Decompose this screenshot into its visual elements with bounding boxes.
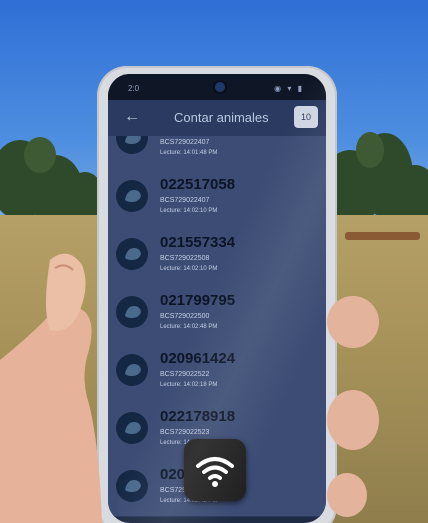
app-bar: ← Contar animales 10 bbox=[108, 100, 326, 136]
status-icons: ◉ ▾ ▮ bbox=[274, 84, 304, 93]
animal-code: BCS729022508 bbox=[160, 255, 210, 262]
animal-tag: 022178918 bbox=[160, 408, 236, 425]
list-item[interactable]: 020961424 BCS729022522 Lecture: 14:02:18… bbox=[108, 342, 326, 401]
animal-code: BCS729022500 bbox=[160, 313, 210, 320]
scan-button[interactable] bbox=[184, 439, 246, 501]
animal-tag: 022517058 bbox=[160, 176, 236, 193]
page-title: Contar animales bbox=[174, 110, 269, 125]
list-item[interactable]: 022517058 BCS729022407 Lecture: 14:02:10… bbox=[108, 168, 326, 227]
animal-avatar-icon bbox=[116, 180, 148, 212]
list-item[interactable]: 021799795 BCS729022500 Lecture: 14:02:48… bbox=[108, 284, 326, 343]
hand-right-fingers bbox=[327, 296, 379, 517]
arrow-left-icon[interactable]: ← bbox=[124, 108, 140, 126]
wifi-icon bbox=[196, 457, 234, 487]
status-bar: 2:0 ◉ ▾ ▮ bbox=[108, 74, 326, 100]
animal-read-time: Lecture: 14:02:18 PM bbox=[160, 382, 218, 388]
animal-code: BCS729022523 bbox=[160, 429, 210, 436]
hand-left bbox=[0, 253, 102, 523]
animal-code: BCS729022407 bbox=[160, 139, 210, 146]
cattle-herd bbox=[345, 232, 420, 240]
animal-tag: 020961424 bbox=[160, 350, 236, 367]
animal-read-time: Lecture: 14:01:48 PM bbox=[160, 150, 218, 156]
animal-read-time: Lecture: 14:02:48 PM bbox=[160, 324, 218, 330]
list-item[interactable]: 021557334 BCS729022508 Lecture: 14:02:10… bbox=[108, 226, 326, 285]
animal-read-time: Lecture: 14:02:10 PM bbox=[160, 208, 218, 214]
animal-tag: 021557334 bbox=[160, 234, 236, 251]
photo-scene: 2:0 ◉ ▾ ▮ BCS729022407 Lecture: 14:01:48… bbox=[0, 0, 428, 523]
count-badge[interactable]: 10 bbox=[294, 106, 318, 128]
status-time: 2:0 bbox=[128, 84, 140, 93]
phone-screen: 2:0 ◉ ▾ ▮ BCS729022407 Lecture: 14:01:48… bbox=[108, 74, 326, 523]
animal-tag: 021799795 bbox=[160, 292, 236, 309]
front-camera bbox=[215, 82, 225, 92]
animal-read-time: Lecture: 14:02:10 PM bbox=[160, 266, 218, 272]
animal-code: BCS729022522 bbox=[160, 371, 210, 378]
animal-code: BCS729022407 bbox=[160, 197, 210, 204]
